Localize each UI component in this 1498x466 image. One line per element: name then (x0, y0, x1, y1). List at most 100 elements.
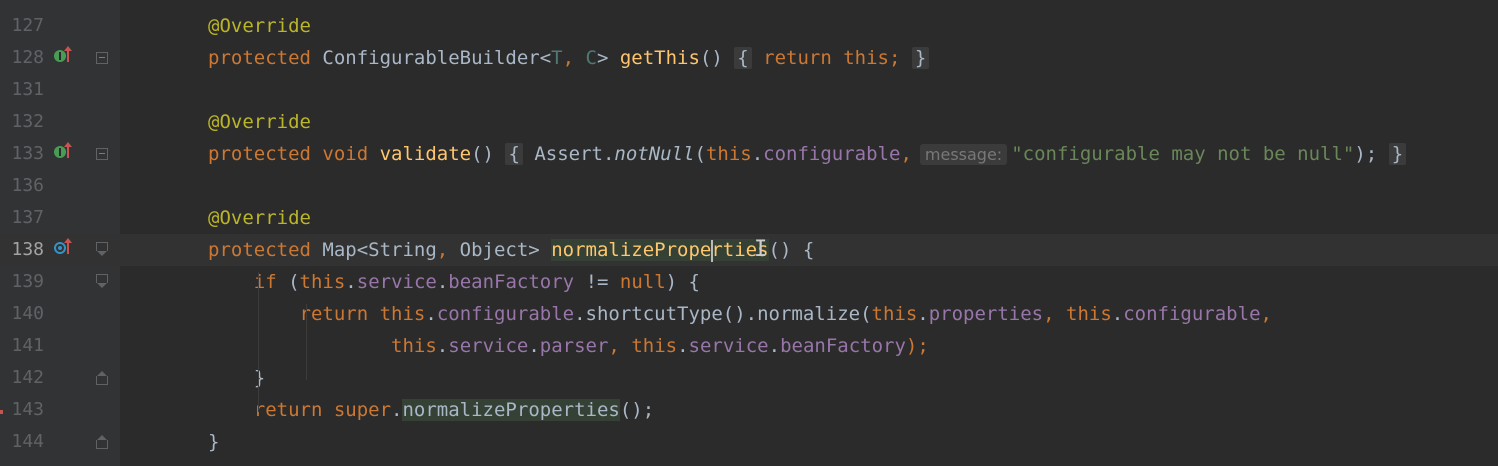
code-token: ); (1354, 143, 1378, 165)
code-token: parser (539, 335, 609, 357)
code-row[interactable]: 143 return super.normalizeProperties(); (0, 394, 1498, 426)
code-line[interactable]: this.service.parser, this.service.beanFa… (208, 330, 929, 362)
code-token: @Override (208, 15, 311, 37)
code-line[interactable]: } (208, 362, 265, 394)
code-token: beanFactory (780, 335, 906, 357)
code-token: this (705, 143, 752, 165)
folded-region[interactable]: } (911, 47, 930, 69)
code-token: return (208, 303, 380, 325)
code-row[interactable]: 127 @Override (0, 10, 1498, 42)
code-token: } (208, 431, 220, 453)
code-token: , (1260, 303, 1272, 325)
code-token: @Override (208, 207, 311, 229)
folded-region[interactable]: { (734, 47, 752, 69)
code-line[interactable]: if (this.service.beanFactory != null) { (208, 266, 700, 298)
code-row[interactable]: 133 protected void validate() { Assert.no… (0, 138, 1498, 170)
code-line[interactable]: protected void validate() { Assert.notNu… (208, 138, 1407, 171)
fold-toggle-icon[interactable] (96, 148, 108, 160)
line-number: 137 (11, 207, 44, 228)
implements-method-icon[interactable] (54, 50, 66, 62)
code-row[interactable]: 140 return this.configurable.shortcutTyp… (0, 298, 1498, 330)
code-token: service (688, 335, 769, 357)
code-token: this (631, 335, 678, 357)
line-number: 140 (11, 303, 44, 324)
code-editor[interactable]: 127 @Override 128 protected ConfigurableBui… (0, 0, 1498, 466)
fold-toggle-icon[interactable] (96, 435, 108, 449)
code-token: ConfigurableBuilder< (322, 47, 552, 69)
code-token: . (436, 271, 449, 293)
line-number: 132 (11, 111, 44, 132)
code-token: "configurable may not be null" (1011, 143, 1355, 165)
code-row[interactable]: 139 if (this.service.beanFactory != null… (0, 266, 1498, 298)
code-token: != (574, 271, 620, 293)
code-token: . (1111, 303, 1124, 325)
folded-region[interactable]: } (1388, 143, 1407, 165)
code-line[interactable]: protected ConfigurableBuilder<T, C> getT… (208, 42, 930, 74)
code-line[interactable]: return super.normalizeProperties(); (208, 394, 654, 426)
code-row[interactable]: 144} (0, 426, 1498, 458)
code-token: Map<String (322, 239, 437, 261)
code-line[interactable]: return this.configurable.shortcutType().… (208, 298, 1272, 330)
code-token: this (871, 303, 918, 325)
code-row[interactable]: 138 protected Map<String, Object> normali… (0, 234, 1498, 266)
code-token: . (768, 335, 781, 357)
implements-method-icon[interactable] (54, 146, 66, 158)
code-token: ( (694, 143, 706, 165)
code-token: protected (208, 239, 323, 261)
code-token: , (436, 239, 460, 261)
code-token: this (299, 271, 346, 293)
code-row[interactable]: 132 @Override (0, 106, 1498, 138)
go-to-super-arrow-icon[interactable] (64, 142, 72, 158)
indent-guide (258, 272, 259, 412)
code-token: , (562, 47, 586, 69)
code-token: @Override (208, 111, 311, 133)
go-to-super-arrow-icon[interactable] (64, 238, 72, 254)
code-token: . (425, 303, 437, 325)
line-number: 138 (11, 239, 44, 260)
line-number: 136 (11, 175, 44, 196)
fold-toggle-icon[interactable] (96, 52, 108, 64)
overrides-method-icon[interactable] (54, 242, 66, 254)
line-number: 143 (11, 399, 44, 420)
code-line[interactable]: protected Map<String, Object> normalizeP… (208, 234, 814, 266)
change-marker (0, 410, 3, 414)
code-token: } (208, 367, 266, 389)
code-line[interactable]: @Override (208, 202, 311, 234)
code-token: . (917, 303, 929, 325)
code-token: T (551, 47, 563, 69)
go-to-super-arrow-icon[interactable] (64, 46, 72, 62)
folded-region[interactable]: { (505, 143, 523, 165)
code-row[interactable]: 128 protected ConfigurableBuilder<T, C> g… (0, 42, 1498, 74)
code-token: (); (619, 399, 655, 421)
indent-guide (306, 304, 307, 380)
line-number: 141 (11, 335, 44, 356)
code-token: configurable (763, 143, 901, 165)
code-token: C (585, 47, 597, 69)
code-token: notNull (614, 143, 695, 165)
code-row[interactable]: 141 this.service.parser, this.service.be… (0, 330, 1498, 362)
code-line[interactable]: @Override (208, 106, 311, 138)
code-token: . (436, 335, 449, 357)
code-token: return super (208, 399, 392, 421)
parameter-hint: message: (919, 144, 1008, 165)
fold-toggle-icon[interactable] (96, 371, 108, 385)
code-token: . (751, 143, 764, 165)
code-token: . (391, 399, 403, 421)
code-row[interactable]: 136 (0, 170, 1498, 202)
code-row[interactable]: 142 } (0, 362, 1498, 394)
fold-toggle-icon[interactable] (96, 242, 108, 256)
code-line[interactable]: } (208, 426, 219, 458)
code-row[interactable]: 137 @Override (0, 202, 1498, 234)
code-line[interactable]: @Override (208, 10, 311, 42)
code-token: this (391, 335, 437, 357)
code-token: ) { (665, 271, 700, 293)
line-number: 144 (11, 431, 44, 452)
code-row[interactable]: 131 (0, 74, 1498, 106)
code-token: properties (928, 303, 1044, 325)
code-token: , (608, 335, 632, 357)
code-token: protected void (208, 143, 380, 165)
fold-toggle-icon[interactable] (96, 274, 108, 288)
